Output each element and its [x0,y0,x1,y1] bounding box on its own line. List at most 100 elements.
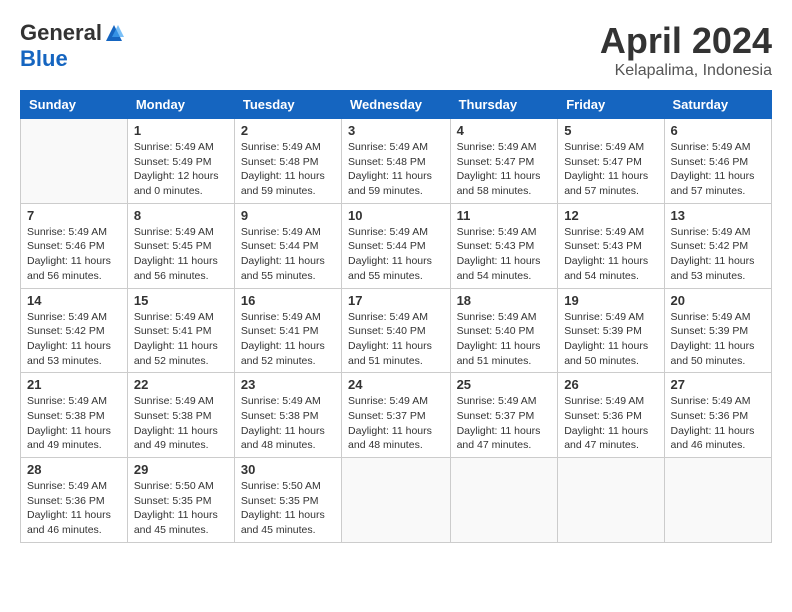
day-info-line: Daylight: 11 hours and 51 minutes. [457,339,552,368]
calendar-cell: 11Sunrise: 5:49 AMSunset: 5:43 PMDayligh… [450,203,558,288]
calendar-cell: 14Sunrise: 5:49 AMSunset: 5:42 PMDayligh… [21,288,128,373]
day-info: Sunrise: 5:49 AMSunset: 5:48 PMDaylight:… [241,140,335,199]
day-info: Sunrise: 5:49 AMSunset: 5:44 PMDaylight:… [348,225,444,284]
day-info-line: Sunrise: 5:49 AM [348,225,444,240]
day-number: 30 [241,462,335,477]
day-info-line: Daylight: 11 hours and 45 minutes. [241,508,335,537]
calendar-week-row: 7Sunrise: 5:49 AMSunset: 5:46 PMDaylight… [21,203,772,288]
day-info-line: Sunset: 5:48 PM [348,155,444,170]
day-info-line: Sunrise: 5:49 AM [671,225,765,240]
logo-general-text: General [20,20,102,46]
calendar-cell: 25Sunrise: 5:49 AMSunset: 5:37 PMDayligh… [450,373,558,458]
day-info: Sunrise: 5:49 AMSunset: 5:43 PMDaylight:… [564,225,657,284]
calendar-cell: 1Sunrise: 5:49 AMSunset: 5:49 PMDaylight… [127,119,234,204]
day-info: Sunrise: 5:49 AMSunset: 5:38 PMDaylight:… [27,394,121,453]
day-info-line: Sunrise: 5:49 AM [671,140,765,155]
location: Kelapalima, Indonesia [600,62,772,80]
calendar-cell [21,119,128,204]
day-info-line: Daylight: 11 hours and 48 minutes. [241,424,335,453]
day-info-line: Sunset: 5:42 PM [671,239,765,254]
day-info-line: Sunrise: 5:49 AM [457,310,552,325]
day-info-line: Sunset: 5:37 PM [457,409,552,424]
day-info: Sunrise: 5:49 AMSunset: 5:41 PMDaylight:… [134,310,228,369]
calendar-cell: 12Sunrise: 5:49 AMSunset: 5:43 PMDayligh… [558,203,664,288]
day-number: 19 [564,293,657,308]
day-info-line: Sunset: 5:36 PM [27,494,121,509]
day-info-line: Daylight: 11 hours and 57 minutes. [671,169,765,198]
logo-icon [104,23,124,43]
day-info-line: Sunrise: 5:49 AM [241,225,335,240]
day-number: 8 [134,208,228,223]
calendar-cell: 19 Sunrise: 5:49 AMSunset: 5:39 PMDayligh… [558,288,664,373]
weekday-header-monday: Monday [127,91,234,119]
day-info-line: Daylight: 11 hours and 47 minutes. [564,424,657,453]
day-info-line: Sunrise: 5:49 AM [457,140,552,155]
day-number: 23 [241,377,335,392]
day-number: 20 [671,293,765,308]
calendar-cell: 6Sunrise: 5:49 AMSunset: 5:46 PMDaylight… [664,119,771,204]
day-info-line: Sunset: 5:39 PM [671,324,765,339]
logo-blue-text: Blue [20,46,68,72]
day-info-line: Sunrise: 5:49 AM [27,225,121,240]
day-info-line: Sunrise: 5:49 AM [348,140,444,155]
day-info-line: Sunrise: 5:49 AM [27,479,121,494]
day-info: Sunrise: 5:49 AMSunset: 5:39 PMDaylight:… [671,310,765,369]
title-section: April 2024 Kelapalima, Indonesia [600,20,772,80]
day-info-line: Daylight: 12 hours and 0 minutes. [134,169,228,198]
calendar-cell: 18Sunrise: 5:49 AMSunset: 5:40 PMDayligh… [450,288,558,373]
weekday-header-tuesday: Tuesday [234,91,341,119]
day-info-line: Sunset: 5:48 PM [241,155,335,170]
day-info-line: Daylight: 11 hours and 46 minutes. [27,508,121,537]
calendar-week-row: 1Sunrise: 5:49 AMSunset: 5:49 PMDaylight… [21,119,772,204]
day-info: Sunrise: 5:49 AMSunset: 5:42 PMDaylight:… [27,310,121,369]
day-info-line: Daylight: 11 hours and 49 minutes. [27,424,121,453]
day-info-line: Daylight: 11 hours and 55 minutes. [348,254,444,283]
day-info: Sunrise: 5:49 AMSunset: 5:38 PMDaylight:… [134,394,228,453]
day-info-line: Sunrise: 5:49 AM [134,310,228,325]
calendar-cell: 9Sunrise: 5:49 AMSunset: 5:44 PMDaylight… [234,203,341,288]
day-info-line: Sunrise: 5:49 AM [564,140,657,155]
day-info-line: Sunset: 5:39 PM [564,324,657,339]
day-number: 10 [348,208,444,223]
day-info-line: Sunset: 5:44 PM [348,239,444,254]
day-info-line: Sunrise: 5:49 AM [134,225,228,240]
day-info-line: Sunrise: 5:49 AM [671,394,765,409]
day-info-line: Daylight: 11 hours and 50 minutes. [671,339,765,368]
day-number: 15 [134,293,228,308]
day-info: Sunrise: 5:49 AMSunset: 5:43 PMDaylight:… [457,225,552,284]
calendar-cell: 4Sunrise: 5:49 AMSunset: 5:47 PMDaylight… [450,119,558,204]
calendar-cell: 24Sunrise: 5:49 AMSunset: 5:37 PMDayligh… [342,373,451,458]
day-info-line: Daylight: 11 hours and 46 minutes. [671,424,765,453]
calendar-week-row: 21Sunrise: 5:49 AMSunset: 5:38 PMDayligh… [21,373,772,458]
weekday-header-wednesday: Wednesday [342,91,451,119]
weekday-header-friday: Friday [558,91,664,119]
day-info-line: Sunset: 5:38 PM [241,409,335,424]
day-info-line: Sunrise: 5:49 AM [241,394,335,409]
day-info-line: Sunset: 5:49 PM [134,155,228,170]
day-info-line: Daylight: 11 hours and 58 minutes. [457,169,552,198]
calendar-cell: 2Sunrise: 5:49 AMSunset: 5:48 PMDaylight… [234,119,341,204]
day-info-line: Sunset: 5:35 PM [134,494,228,509]
day-info: Sunrise: 5:49 AMSunset: 5:37 PMDaylight:… [457,394,552,453]
day-number: 13 [671,208,765,223]
day-number: 21 [27,377,121,392]
calendar-cell: 17Sunrise: 5:49 AMSunset: 5:40 PMDayligh… [342,288,451,373]
day-info-line: Sunset: 5:43 PM [564,239,657,254]
day-info-line: Daylight: 11 hours and 47 minutes. [457,424,552,453]
calendar-cell: 15 Sunrise: 5:49 AMSunset: 5:41 PMDayligh… [127,288,234,373]
day-info: Sunrise: 5:49 AMSunset: 5:44 PMDaylight:… [241,225,335,284]
calendar-week-row: 28Sunrise: 5:49 AMSunset: 5:36 PMDayligh… [21,458,772,543]
day-number: 7 [27,208,121,223]
weekday-header-saturday: Saturday [664,91,771,119]
day-info: Sunrise: 5:49 AMSunset: 5:39 PMDaylight:… [564,310,657,369]
day-info: Sunrise: 5:49 AMSunset: 5:45 PMDaylight:… [134,225,228,284]
logo: General Blue [20,20,124,72]
day-info: Sunrise: 5:49 AMSunset: 5:47 PMDaylight:… [457,140,552,199]
calendar-cell: 20 Sunrise: 5:49 AMSunset: 5:39 PMDayligh… [664,288,771,373]
day-info-line: Sunset: 5:35 PM [241,494,335,509]
calendar-cell: 10 Sunrise: 5:49 AMSunset: 5:44 PMDayligh… [342,203,451,288]
calendar-cell: 3Sunrise: 5:49 AMSunset: 5:48 PMDaylight… [342,119,451,204]
day-info-line: Sunset: 5:45 PM [134,239,228,254]
day-number: 26 [564,377,657,392]
calendar-week-row: 14Sunrise: 5:49 AMSunset: 5:42 PMDayligh… [21,288,772,373]
